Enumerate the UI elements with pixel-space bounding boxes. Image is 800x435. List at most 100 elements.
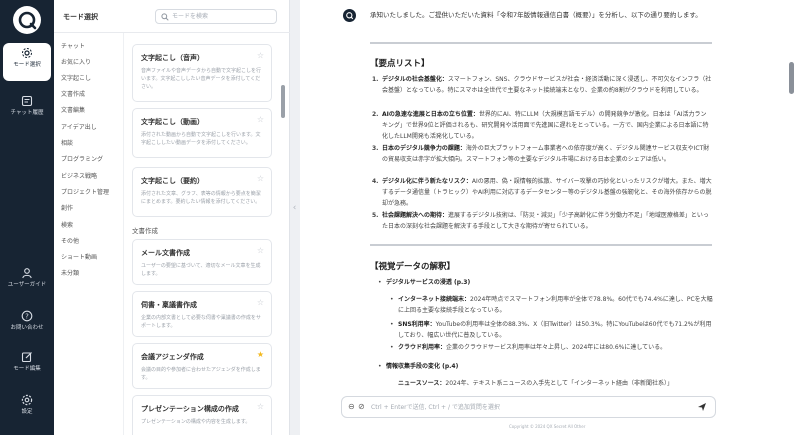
panel-header: モード選択	[54, 0, 290, 33]
point-number: 1.	[372, 76, 379, 83]
attach-icon[interactable]: ⊘	[358, 402, 365, 411]
bullet-dot: •	[390, 344, 394, 351]
category-item[interactable]: アイデア出し	[61, 122, 97, 131]
message-input[interactable]	[371, 401, 671, 413]
send-icon[interactable]	[697, 402, 707, 412]
visual-subitem: • インターネット接続端末：2024年時点でスマートフォン利用率が全体で78.8…	[390, 294, 716, 316]
mode-card-title: 文字起こし（動画）	[141, 118, 204, 126]
visual-subitem: • SNS利用率：YouTubeの利用率は全体の88.3%、X（旧Twitter…	[390, 319, 716, 341]
bullet-dot: •	[378, 279, 382, 286]
point-number: 2.	[372, 111, 379, 118]
category-item[interactable]: プロジェクト管理	[61, 187, 109, 196]
summary-point: 5. 社会課題解決への期待：進展するデジタル技術は、「防災・減災」「少子高齢化に…	[372, 210, 712, 232]
mode-panel: モード選択 チャット お気に入り 文字起こし 文書作成 文書編集 アイデア出し …	[54, 0, 290, 435]
mode-card-desc: 添付された文章、グラフ、表等の情報から要点を簡潔にまとめます。要約したい情報を添…	[141, 191, 261, 205]
mode-card-desc: 音声ファイルや音声データから自動で文字起こしを行います。文字起こししたい音声デー…	[141, 68, 262, 90]
point-head: 社会課題解決への期待：	[382, 212, 449, 219]
settings-icon	[21, 394, 33, 406]
mode-card[interactable]: 文字起こし（動画） ☆ 添付された動画から自動で文字起こしを行います。文字起こし…	[132, 108, 272, 158]
rail-mode-edit[interactable]: モード編集	[3, 347, 51, 385]
rail-user-guide[interactable]: ユーザーガイド	[3, 263, 51, 301]
svg-text:?: ?	[25, 313, 29, 321]
visual-item: • デジタルサービスの浸透 (p.3)	[378, 277, 706, 288]
panel-scrollbar[interactable]	[281, 85, 285, 118]
point-number: 4.	[372, 178, 379, 185]
collapse-handle-icon[interactable]: ‹	[290, 198, 299, 218]
point-number: 5.	[372, 212, 379, 219]
favorite-star-icon[interactable]: ☆	[257, 174, 264, 183]
bullet-dot: •	[378, 363, 382, 370]
category-item[interactable]: お気に入り	[61, 57, 91, 66]
mode-card-title: 文字起こし（音声）	[141, 54, 204, 62]
favorite-star-icon[interactable]: ☆	[257, 115, 264, 124]
category-item[interactable]: 検索	[61, 220, 73, 229]
rail-chat-history[interactable]: チャット履歴	[3, 91, 51, 129]
point-head: デジタル化に伴う新たなリスク：	[382, 178, 472, 185]
mode-card[interactable]: プレゼンテーション構成の作成 ☆ プレゼンテーションの構成や内容を生成します。	[132, 395, 272, 435]
subitem-head: クラウド利用率：	[398, 344, 447, 351]
mode-card[interactable]: 会議アジェンダ作成 ★ 会議の目的や参加者に合わせたアジェンダを作成します。	[132, 343, 272, 389]
divider	[370, 42, 712, 44]
category-item[interactable]: 文字起こし	[61, 73, 91, 82]
mode-card[interactable]: メール文書作成 ☆ ユーザーの要望に基づいて、適切なメール文章を生成します。	[132, 239, 272, 285]
mode-card-title: 文字起こし（要約）	[141, 177, 204, 185]
category-list: チャット お気に入り 文字起こし 文書作成 文書編集 アイデア出し 相談 プログ…	[54, 33, 124, 435]
mode-card-desc: ユーザーの要望に基づいて、適切なメール文章を生成します。	[141, 263, 261, 277]
chat-scrollbar[interactable]	[789, 62, 794, 94]
subitem-text: 企業のクラウドサービス利用率は年々上昇し、2024年には80.6%に達している。	[446, 344, 667, 351]
category-item[interactable]: 相談	[61, 138, 73, 147]
category-item[interactable]: プログラミング	[61, 154, 103, 163]
mode-card-desc: 企業の内部文書として必要な伺書や稟議書の作成をサポートします。	[141, 315, 261, 329]
mode-card-title: プレゼンテーション構成の作成	[141, 405, 239, 413]
category-item[interactable]: 文書作成	[61, 89, 85, 98]
point-head: AIの急速な進展と日本の立ち位置：	[382, 111, 479, 118]
copyright: Copyright © 2024 QX Secret All Other	[509, 424, 586, 429]
mode-card[interactable]: 伺書・稟議書作成 ☆ 企業の内部文書として必要な伺書や稟議書の作成をサポートしま…	[132, 291, 272, 337]
summary-point: 2. AIの急速な進展と日本の立ち位置：世界的にAI、特にLLM（大規模言語モデ…	[372, 109, 712, 142]
subitem-head: ニュースソース：	[398, 380, 446, 387]
category-item[interactable]: チャット	[61, 41, 85, 50]
app-logo[interactable]	[13, 6, 41, 34]
mode-card-list: 文字起こし（音声） ☆ 音声ファイルや音声データから自動で文字起こしを行います。…	[125, 33, 290, 435]
mode-card[interactable]: 文字起こし（音声） ☆ 音声ファイルや音声データから自動で文字起こしを行います。…	[132, 44, 272, 102]
favorite-star-icon[interactable]: ☆	[257, 51, 264, 60]
category-item[interactable]: 未分類	[61, 268, 79, 277]
summary-point: 4. デジタル化に伴う新たなリスク：AIの悪用、偽・誤情報的拡散、サイバー攻撃の…	[372, 176, 712, 209]
mode-search-input[interactable]	[172, 11, 272, 22]
category-item[interactable]: 創作	[61, 203, 73, 212]
visual-item-head: 情報収集手段の変化 (p.4)	[386, 363, 459, 370]
help-icon: ?	[21, 310, 33, 322]
category-item[interactable]: ショート動画	[61, 252, 97, 261]
point-head: 日本のデジタル競争力の課題：	[382, 145, 466, 152]
mode-search[interactable]	[155, 9, 277, 24]
divider	[370, 244, 712, 246]
assistant-avatar	[343, 9, 356, 22]
mode-card-desc: 添付された動画から自動で文字起こしを行います。文字起こししたい動画データを添付し…	[141, 132, 261, 146]
rail-settings[interactable]: 設定	[3, 390, 51, 428]
rail-contact[interactable]: ? お問い合わせ	[3, 306, 51, 344]
mode-card-title: 伺書・稟議書作成	[141, 301, 197, 309]
history-icon	[21, 95, 33, 107]
category-item[interactable]: ビジネス戦略	[61, 171, 97, 180]
gear-icon	[22, 48, 32, 58]
mode-card[interactable]: 文字起こし（要約） ☆ 添付された文章、グラフ、表等の情報から要点を簡潔にまとめ…	[132, 167, 272, 217]
rail-mode-select[interactable]: モード選択	[3, 43, 51, 81]
category-item[interactable]: 文書編集	[61, 105, 85, 114]
chat-area: 承知いたしました。ご提供いただいた資料「令和7年版情報通信白書（概要）」を分析し…	[300, 0, 800, 435]
category-item[interactable]: その他	[61, 236, 79, 245]
summary-point: 3. 日本のデジタル競争力の課題：海外の巨大プラットフォーム事業者への依存度が高…	[372, 143, 712, 165]
plus-circle-icon[interactable]: ⊖	[348, 402, 355, 411]
section-label: 文書作成	[132, 227, 158, 235]
subitem-head: インターネット接続端末：	[398, 296, 471, 303]
favorite-star-icon[interactable]: ☆	[257, 246, 264, 255]
subitem-head: SNS利用率：	[398, 321, 436, 328]
mode-card-desc: プレゼンテーションの構成や内容を生成します。	[141, 419, 251, 425]
favorite-star-icon[interactable]: ☆	[257, 298, 264, 307]
favorite-star-icon[interactable]: ★	[257, 350, 264, 359]
edit-icon	[21, 352, 32, 363]
favorite-star-icon[interactable]: ☆	[257, 402, 264, 411]
left-rail: モード選択 チャット履歴 ユーザーガイド ? お問い合わせ モード編集 設定	[0, 0, 54, 435]
visual-title: 【視覚データの解釈】	[370, 262, 456, 272]
point-number: 3.	[372, 145, 379, 152]
visual-subitem: • クラウド利用率：企業のクラウドサービス利用率は年々上昇し、2024年には80…	[390, 342, 716, 353]
